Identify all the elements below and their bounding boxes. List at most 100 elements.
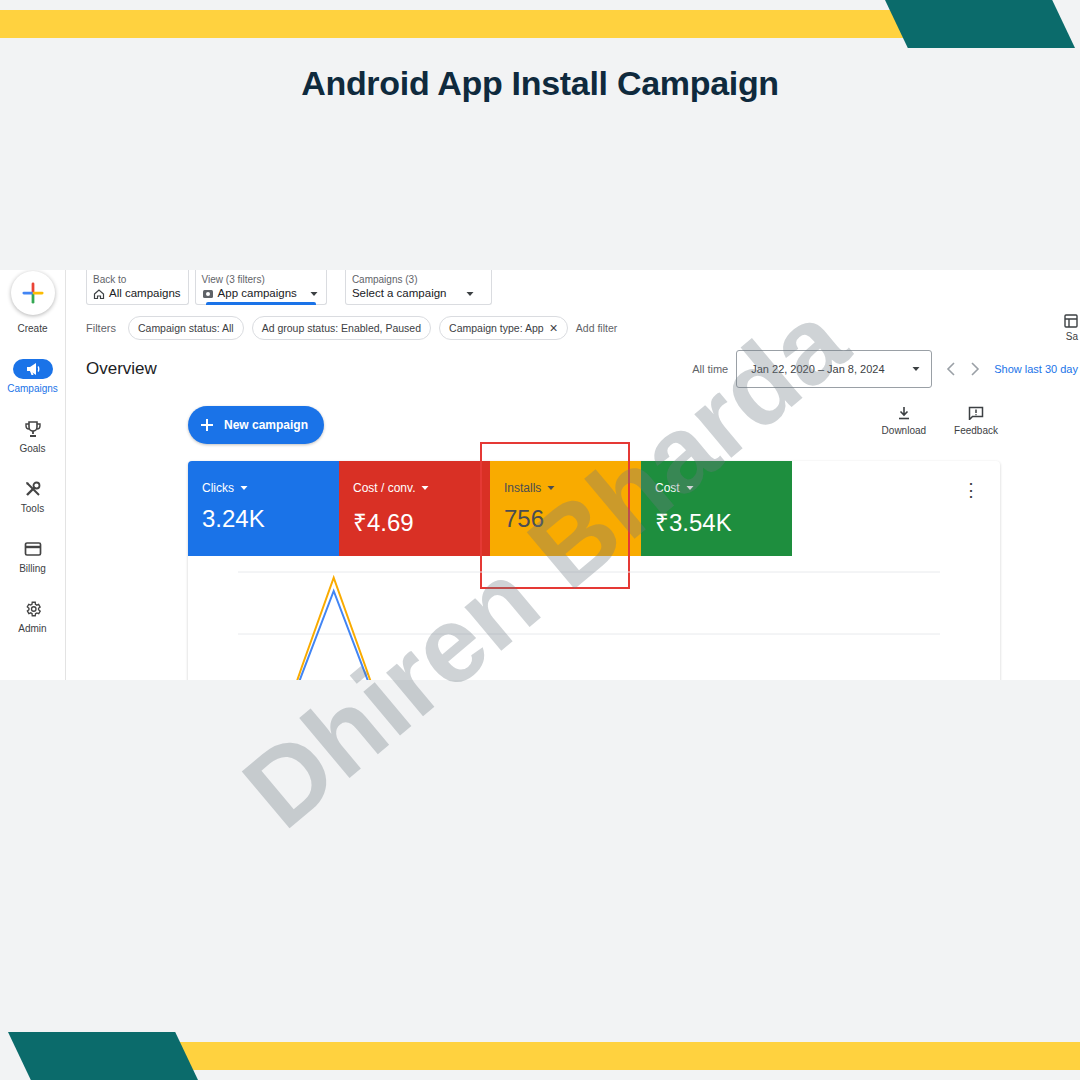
tools-icon: [24, 480, 42, 498]
next-button[interactable]: [970, 362, 980, 376]
sidebar-label: Campaigns: [7, 383, 58, 395]
selector-value-row: Select a campaign: [352, 286, 475, 301]
date-range: Jan 22, 2020 – Jan 8, 2024: [751, 363, 884, 375]
selector-label: View (3 filters): [202, 274, 319, 286]
metric-value: 3.24K: [202, 505, 325, 533]
filter-chip[interactable]: Campaign type: App ×: [439, 316, 568, 340]
add-filter-button[interactable]: Add filter: [576, 322, 617, 334]
toolbar: Back toAll campaignsView (3 filters)App …: [66, 270, 1080, 305]
selector-label: Campaigns (3): [352, 274, 475, 286]
sidebar-item[interactable]: Tools: [13, 479, 53, 515]
sidebar-item[interactable]: Billing: [13, 539, 53, 575]
metric-label: Clicks: [202, 481, 234, 495]
sidebar-label: Create: [17, 323, 47, 335]
highlight-box: [480, 442, 630, 589]
metric-label-row: Clicks: [202, 481, 325, 495]
metric-tiles: Clicks 3.24K Cost / conv. ₹4.69 Installs 756 C…: [188, 461, 1000, 556]
app-icon: [202, 288, 214, 300]
selector-value: Select a campaign: [352, 286, 447, 301]
overview-title: Overview: [86, 359, 157, 379]
bottom-teal-stripe: [8, 1032, 198, 1080]
top-yellow-stripe: [0, 10, 910, 38]
dropdown-icon: [309, 289, 319, 299]
metric-tile[interactable]: Cost / conv. ₹4.69: [339, 461, 490, 556]
remove-filter-button[interactable]: ×: [550, 321, 558, 335]
filters-label: Filters: [86, 322, 116, 334]
feedback-icon: [968, 406, 984, 420]
new-campaign-button[interactable]: New campaign: [188, 406, 324, 444]
download-label: Download: [882, 425, 926, 436]
date-range-picker[interactable]: Jan 22, 2020 – Jan 8, 2024: [736, 350, 932, 388]
sidebar: Create Campaigns Goals Tools Billing Admin: [0, 270, 66, 680]
selector-value-row: All campaigns: [93, 286, 181, 301]
download-button[interactable]: Download: [882, 406, 926, 436]
selector-value-row: App campaigns: [202, 286, 319, 301]
dropdown-icon: [420, 483, 430, 493]
selector-label: Back to: [93, 274, 181, 286]
metric-label-row: Installs: [504, 481, 627, 495]
sidebar-item[interactable]: Campaigns: [7, 359, 58, 395]
selected-underline: [206, 302, 316, 305]
chip-label: Campaign status: All: [138, 322, 234, 334]
performance-chart: [188, 556, 1000, 680]
watermark: Dhiren Bharda: [220, 278, 870, 852]
filter-chip[interactable]: Campaign status: All: [128, 316, 244, 340]
metric-tile[interactable]: Cost ₹3.54K: [641, 461, 792, 556]
dropdown-icon: [465, 289, 475, 299]
content-actions: New campaign Download Feedback: [188, 406, 1000, 444]
overview-bar: Overview All time Jan 22, 2020 – Jan 8, 20…: [66, 350, 1080, 388]
metric-label: Installs: [504, 481, 541, 495]
banner-title: Android App Install Campaign: [301, 64, 779, 103]
save-label: Sa: [1066, 331, 1078, 342]
metric-tile[interactable]: Clicks 3.24K: [188, 461, 339, 556]
feedback-label: Feedback: [954, 425, 998, 436]
sidebar-pill: [13, 359, 53, 379]
dropdown-icon: [685, 483, 695, 493]
main-panel: Back toAll campaignsView (3 filters)App …: [66, 270, 1080, 680]
save-icon: [1064, 314, 1078, 328]
sidebar-label: Goals: [19, 443, 45, 455]
metric-value: 756: [504, 505, 627, 533]
chip-label: Campaign type: App: [449, 322, 544, 334]
dropdown-icon: [911, 364, 921, 374]
metric-label: Cost / conv.: [353, 481, 415, 495]
sidebar-pill: [13, 599, 53, 619]
gear-icon: [24, 600, 42, 618]
range-label: All time: [692, 363, 728, 375]
chart-plot: [188, 556, 1000, 680]
show-last-link[interactable]: Show last 30 day: [994, 363, 1080, 375]
save-button[interactable]: Sa: [1064, 314, 1080, 342]
plus-icon: [22, 282, 44, 304]
sidebar-pill: [13, 419, 53, 439]
dropdown-icon: [239, 483, 249, 493]
selector[interactable]: View (3 filters)App campaigns: [195, 270, 327, 305]
selector-value: All campaigns: [109, 286, 181, 301]
previous-button[interactable]: [946, 362, 956, 376]
footer: [0, 680, 1080, 1080]
trophy-icon: [24, 420, 42, 438]
megaphone-icon: [25, 362, 41, 376]
chart-line: [238, 578, 940, 680]
grid-line: [238, 572, 940, 573]
metric-label-row: Cost / conv.: [353, 481, 476, 495]
sidebar-item[interactable]: Admin: [13, 599, 53, 635]
filter-chip[interactable]: Ad group status: Enabled, Paused: [252, 316, 431, 340]
sidebar-label: Tools: [21, 503, 44, 515]
content: New campaignDownloadFeedbackClicks3.24KC…: [66, 388, 1080, 680]
create-button[interactable]: Create: [11, 271, 55, 335]
sidebar-pill: [13, 479, 53, 499]
dropdown-icon: [546, 483, 556, 493]
metric-tile[interactable]: Installs 756: [490, 461, 641, 556]
more-menu-button[interactable]: ⋮: [962, 461, 1000, 556]
bottom-yellow-stripe: [175, 1042, 1080, 1070]
sidebar-label: Admin: [18, 623, 46, 635]
ads-screenshot: Create Campaigns Goals Tools Billing Admin Bac…: [0, 270, 1080, 680]
feedback-button[interactable]: Feedback: [954, 406, 998, 436]
metric-value: ₹3.54K: [655, 505, 778, 538]
metric-label: Cost: [655, 481, 680, 495]
sidebar-item[interactable]: Goals: [13, 419, 53, 455]
selector[interactable]: Campaigns (3)Select a campaign: [345, 270, 492, 305]
top-teal-stripe: [885, 0, 1075, 48]
metric-value: ₹4.69: [353, 505, 476, 538]
selector[interactable]: Back toAll campaigns: [86, 270, 189, 305]
